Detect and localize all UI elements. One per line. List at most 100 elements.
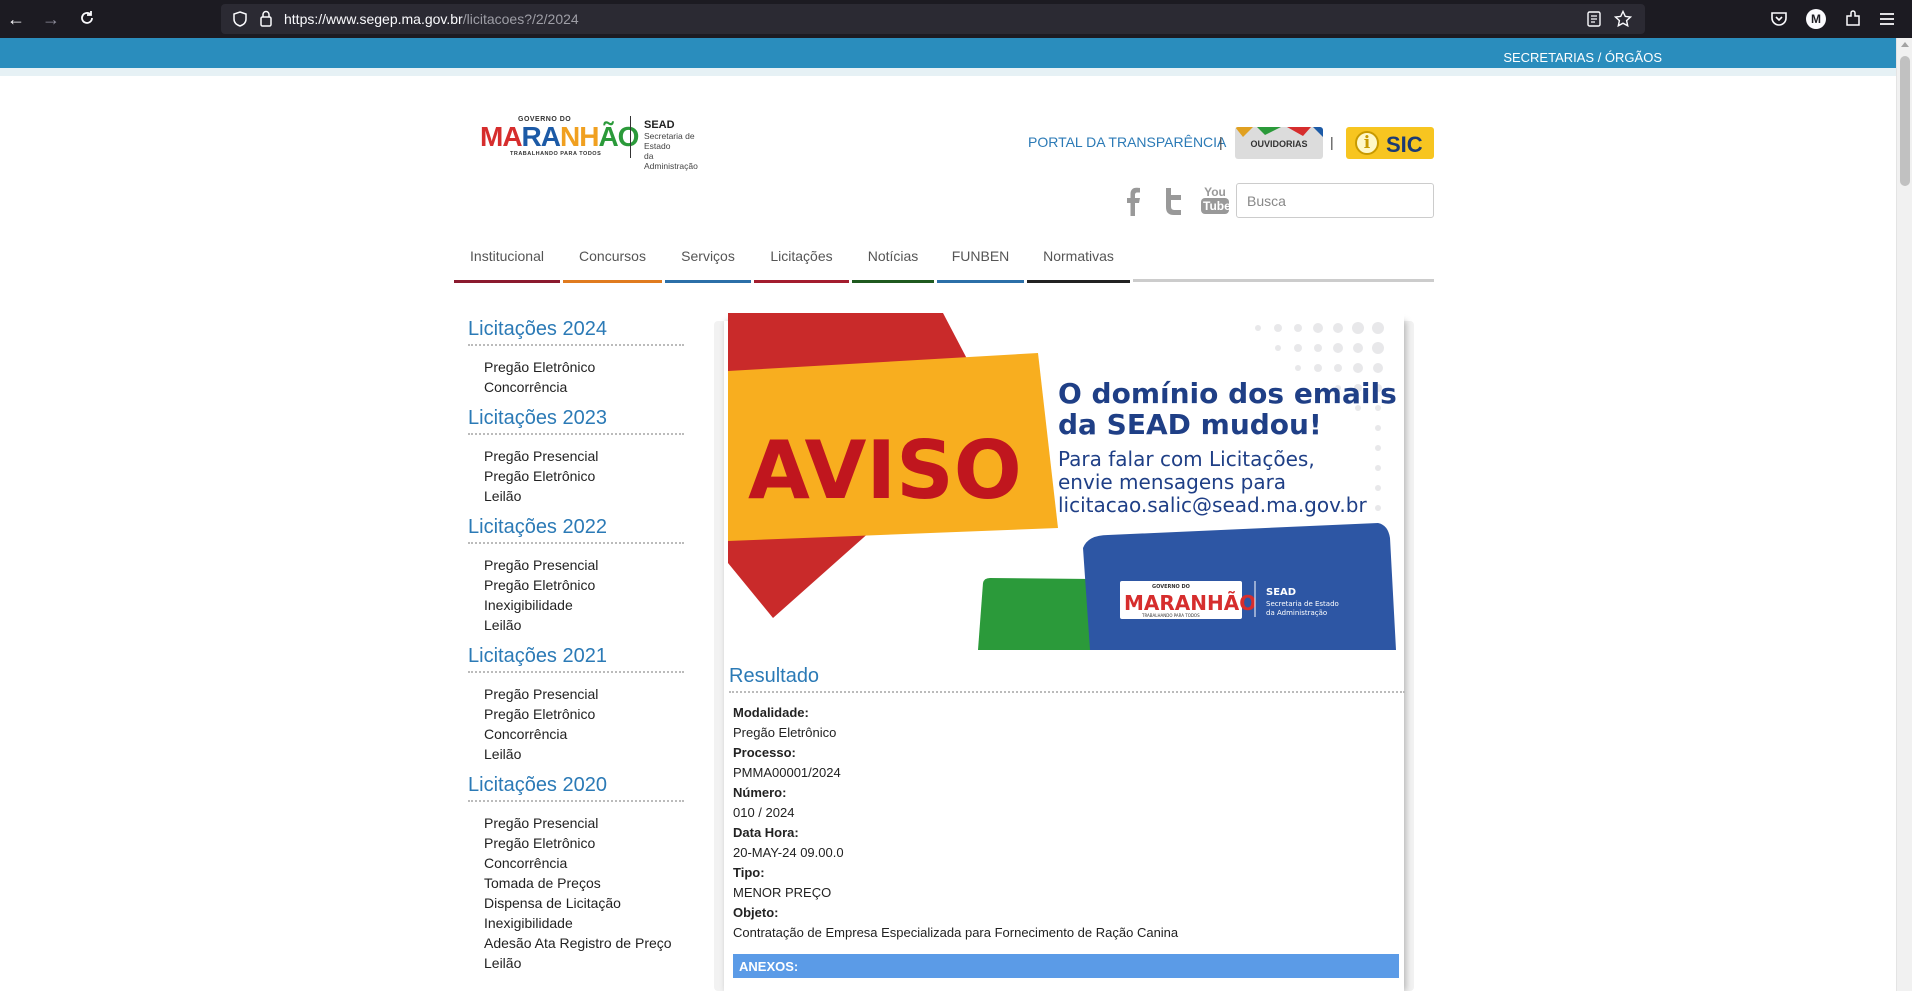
reader-view-icon[interactable]	[1587, 11, 1601, 27]
sidebar-link[interactable]: Pregão Presencial	[468, 555, 684, 575]
sidebar-title[interactable]: Licitações 2021	[468, 645, 684, 673]
menu-icon[interactable]	[1877, 9, 1897, 29]
sidebar-group-2024: Licitações 2024 Pregão Eletrônico Concor…	[468, 318, 684, 397]
result-title: Resultado	[729, 665, 1405, 693]
sidebar-link[interactable]: Pregão Eletrônico	[468, 575, 684, 595]
nav-label: Serviços	[681, 248, 735, 264]
sidebar-title[interactable]: Licitações 2024	[468, 318, 684, 346]
nav-label: FUNBEN	[951, 248, 1010, 264]
url-text[interactable]: https://www.segep.ma.gov.br/licitacoes?/…	[284, 11, 579, 27]
sidebar-link[interactable]: Adesão Ata Registro de Preço	[468, 933, 684, 953]
sead-line-2: da Administração	[644, 151, 698, 171]
banner-body-1: Para falar com Licitações,	[1058, 447, 1315, 471]
banner-email: licitacao.salic@sead.ma.gov.br	[1058, 493, 1367, 517]
separator: |	[1219, 134, 1223, 150]
aviso-banner: AVISO O domínio dos emails da SEAD mudou…	[728, 313, 1404, 650]
sidebar-link[interactable]: Pregão Eletrônico	[468, 833, 684, 853]
nav-normativas[interactable]: Normativas	[1027, 240, 1130, 283]
sidebar-link[interactable]: Leilão	[468, 953, 684, 973]
nav-underline	[563, 280, 662, 283]
sidebar-link[interactable]: Inexigibilidade	[468, 913, 684, 933]
sidebar-link[interactable]: Leilão	[468, 486, 684, 506]
sidebar-link[interactable]: Concorrência	[468, 377, 684, 397]
portal-transparencia-link[interactable]: PORTAL DA TRANSPARÊNCIA	[1028, 134, 1226, 150]
ouvidorias-button[interactable]: OUVIDORIAS	[1235, 127, 1323, 159]
tracking-shield-icon[interactable]	[233, 11, 247, 27]
secretarias-link[interactable]: SECRETARIAS / ÓRGÃOS	[1503, 50, 1662, 65]
nav-underline	[754, 280, 849, 283]
nav-institucional[interactable]: Institucional	[454, 240, 560, 283]
nav-underline	[665, 280, 751, 283]
top-bar-shadow	[0, 68, 1896, 76]
nav-noticias[interactable]: Notícias	[852, 240, 934, 283]
banner-sead-line-1: Secretaria de Estado	[1266, 600, 1339, 608]
nav-underline	[1027, 280, 1130, 283]
extensions-icon[interactable]	[1843, 9, 1863, 29]
scrollbar-thumb[interactable]	[1900, 56, 1910, 186]
sidebar-link[interactable]: Concorrência	[468, 724, 684, 744]
scroll-up-icon[interactable]	[1901, 42, 1909, 47]
search-input[interactable]	[1236, 183, 1434, 218]
bookmark-star-icon[interactable]	[1614, 10, 1632, 28]
nav-funben[interactable]: FUNBEN	[937, 240, 1024, 283]
lock-icon[interactable]	[259, 10, 273, 27]
nav-concursos[interactable]: Concursos	[563, 240, 662, 283]
logo-main-text: MARANHÃO	[480, 121, 639, 152]
pocket-icon[interactable]	[1769, 9, 1789, 29]
tipo-value: MENOR PREÇO	[733, 885, 832, 900]
sidebar-link[interactable]: Pregão Eletrônico	[468, 466, 684, 486]
nav-underline	[937, 280, 1024, 283]
sidebar-link[interactable]: Pregão Presencial	[468, 446, 684, 466]
maranhao-logo: GOVERNO DO MARANHÃO TRABALHANDO PARA TOD…	[480, 116, 639, 157]
sidebar-title[interactable]: Licitações 2022	[468, 516, 684, 544]
objeto-label: Objeto:	[733, 905, 779, 920]
facebook-icon[interactable]	[1125, 186, 1141, 216]
sidebar-group-2020: Licitações 2020 Pregão Presencial Pregão…	[468, 774, 684, 973]
site-logo[interactable]: GOVERNO DO MARANHÃO TRABALHANDO PARA TOD…	[480, 116, 698, 171]
account-avatar[interactable]: M	[1806, 9, 1826, 29]
address-bar[interactable]: https://www.segep.ma.gov.br/licitacoes?/…	[221, 4, 1645, 34]
sidebar-link[interactable]: Inexigibilidade	[468, 595, 684, 615]
sidebar-title[interactable]: Licitações 2023	[468, 407, 684, 435]
modalidade-value: Pregão Eletrônico	[733, 725, 837, 740]
sidebar-link[interactable]: Pregão Presencial	[468, 684, 684, 704]
sidebar-title[interactable]: Licitações 2020	[468, 774, 684, 802]
processo-value: PMMA00001/2024	[733, 765, 841, 780]
sidebar-link[interactable]: Pregão Eletrônico	[468, 704, 684, 724]
numero-label: Número:	[733, 785, 787, 800]
nav-underline	[454, 280, 560, 283]
youtube-icon[interactable]: You Tube	[1201, 185, 1231, 214]
youtube-top-text: You	[1204, 185, 1226, 199]
sic-button[interactable]: i SIC	[1346, 127, 1434, 159]
reload-icon[interactable]	[77, 9, 97, 29]
sidebar-link[interactable]: Leilão	[468, 744, 684, 764]
back-icon[interactable]: ←	[6, 9, 26, 29]
banner-headline-2: da SEAD mudou!	[1058, 408, 1322, 441]
sead-title: SEAD	[644, 119, 675, 131]
objeto-value: Contratação de Empresa Especializada par…	[733, 925, 1179, 940]
sidebar: Licitações 2024 Pregão Eletrônico Concor…	[468, 318, 684, 983]
nav-licitacoes[interactable]: Licitações	[754, 240, 849, 283]
twitter-icon[interactable]	[1161, 186, 1187, 216]
sidebar-group-2023: Licitações 2023 Pregão Presencial Pregão…	[468, 407, 684, 506]
datahora-value: 20-MAY-24 09.00.0	[733, 845, 844, 860]
nav-servicos[interactable]: Serviços	[665, 240, 751, 283]
forward-icon[interactable]: →	[41, 9, 61, 29]
separator: |	[1330, 134, 1334, 150]
sidebar-link[interactable]: Pregão Eletrônico	[468, 357, 684, 377]
sidebar-group-2021: Licitações 2021 Pregão Presencial Pregão…	[468, 645, 684, 764]
nav-label: Notícias	[867, 248, 919, 264]
nav-divider	[1133, 279, 1434, 282]
sead-line-1: Secretaria de Estado	[644, 131, 695, 151]
ouvidorias-label: OUVIDORIAS	[1250, 139, 1308, 149]
info-icon: i	[1355, 131, 1379, 155]
sidebar-link[interactable]: Leilão	[468, 615, 684, 635]
sidebar-link[interactable]: Pregão Presencial	[468, 813, 684, 833]
page-scrollbar[interactable]	[1896, 38, 1912, 991]
banner-sead-title: SEAD	[1266, 587, 1296, 598]
anexos-header: ANEXOS:	[733, 954, 1399, 978]
sidebar-link[interactable]: Dispensa de Licitação	[468, 893, 684, 913]
numero-value: 010 / 2024	[733, 805, 795, 820]
sidebar-link[interactable]: Tomada de Preços	[468, 873, 684, 893]
sidebar-link[interactable]: Concorrência	[468, 853, 684, 873]
